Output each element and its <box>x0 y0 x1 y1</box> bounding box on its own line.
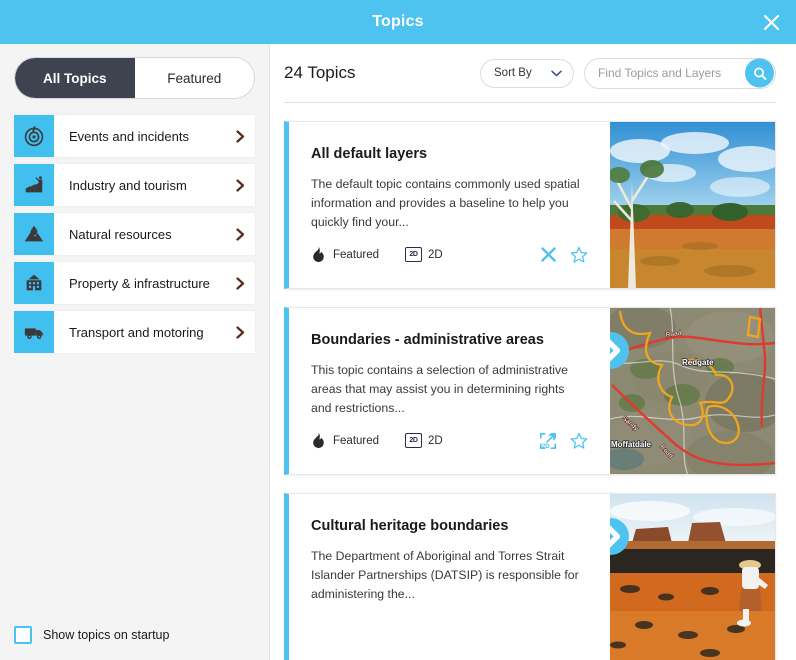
tab-all-topics[interactable]: All Topics <box>15 58 135 98</box>
sidebar-item-natural-resources[interactable]: Natural resources <box>14 213 255 255</box>
truck-icon <box>14 311 54 353</box>
sidebar: All Topics Featured Events and incidents <box>0 44 270 660</box>
chevron-down-icon <box>551 70 562 76</box>
topics-count: 24 Topics <box>284 63 356 82</box>
category-list: Events and incidents Industry and touris… <box>0 115 269 360</box>
close-icon <box>763 14 779 30</box>
favourite-topic-button[interactable] <box>570 432 588 450</box>
star-icon <box>570 246 588 263</box>
topic-card[interactable]: Cultural heritage boundaries The Departm… <box>284 492 776 660</box>
outback-landscape-photo <box>610 121 775 288</box>
search-button[interactable] <box>745 58 774 88</box>
open-topic-button[interactable] <box>610 517 629 555</box>
chevron-right-icon <box>225 213 255 255</box>
sidebar-item-property-and-infrastructure[interactable]: Property & infrastructure <box>14 262 255 304</box>
sidebar-item-label: Property & infrastructure <box>69 275 210 291</box>
page-title: Topics <box>372 13 424 30</box>
favourite-topic-button[interactable] <box>570 246 588 264</box>
main-panel: 24 Topics Sort By Find Topics and Layers… <box>270 44 796 660</box>
flame-icon <box>313 433 324 449</box>
chevron-right-icon <box>610 525 621 548</box>
dialog-titlebar: Topics <box>0 0 796 44</box>
topic-card-meta <box>311 636 588 660</box>
topic-card-title: Cultural heritage boundaries <box>311 517 509 534</box>
main-toolbar: 24 Topics Sort By <box>270 44 796 102</box>
close-dialog-button[interactable] <box>758 9 784 35</box>
topic-card[interactable]: All default layers The default topic con… <box>284 120 776 289</box>
topic-card-description: The default topic contains commonly used… <box>311 176 580 229</box>
flame-icon <box>313 247 324 263</box>
chevron-right-icon <box>225 115 255 157</box>
satellite-map-boundaries: Redgate Moffatdale Road Sandy Road <box>610 307 775 474</box>
open-2d-icon: 2D <box>539 432 557 450</box>
open-topic-button[interactable] <box>610 331 629 369</box>
tab-featured[interactable]: Featured <box>134 58 254 98</box>
mountain-water-icon <box>14 213 54 255</box>
topic-card-title: Boundaries - administrative areas <box>311 331 544 348</box>
radar-icon <box>14 115 54 157</box>
show-topics-on-startup-checkbox[interactable] <box>14 626 32 644</box>
search-icon <box>753 67 766 80</box>
dimension-badge: 2D 2D <box>405 247 443 263</box>
topic-card-thumbnail <box>610 121 775 288</box>
sort-by-dropdown[interactable]: Sort By <box>480 58 574 88</box>
topics-filter-toggle: All Topics Featured <box>14 57 255 99</box>
featured-label: Featured <box>333 434 380 447</box>
dimension-label: 2D <box>428 248 443 261</box>
topic-card-description: The Department of Aboriginal and Torres … <box>311 548 579 601</box>
svg-text:Redgate: Redgate <box>682 358 714 367</box>
dialog-body: All Topics Featured Events and incidents <box>0 44 796 660</box>
topic-card-body: All default layers The default topic con… <box>289 122 610 288</box>
topics-card-list: All default layers The default topic con… <box>270 103 796 660</box>
sidebar-item-label: Transport and motoring <box>69 324 204 340</box>
sidebar-item-industry-and-tourism[interactable]: Industry and tourism <box>14 164 255 206</box>
search-field[interactable] <box>584 57 776 89</box>
outback-mesa-photo <box>610 493 775 660</box>
show-topics-on-startup-label: Show topics on startup <box>43 628 170 642</box>
open-in-2d-button[interactable]: 2D <box>539 432 557 450</box>
topic-card[interactable]: Boundaries - administrative areas This t… <box>284 306 776 475</box>
dimension-badge: 2D 2D <box>405 433 443 449</box>
featured-label: Featured <box>333 248 380 261</box>
dimension-badge-box: 2D <box>405 247 423 263</box>
topic-card-actions <box>540 246 588 264</box>
star-icon <box>570 432 588 449</box>
chevron-right-icon <box>225 262 255 304</box>
chevron-right-icon <box>225 164 255 206</box>
topic-card-thumbnail: Redgate Moffatdale Road Sandy Road <box>610 307 775 474</box>
factory-icon <box>14 164 54 206</box>
topic-card-thumbnail <box>610 493 775 660</box>
svg-text:Moffatdale: Moffatdale <box>611 440 652 449</box>
remove-topic-button[interactable] <box>540 246 557 263</box>
chevron-right-icon <box>225 311 255 353</box>
dimension-label: 2D <box>428 434 443 447</box>
building-icon <box>14 262 54 304</box>
show-topics-on-startup-row: Show topics on startup <box>14 626 169 644</box>
sort-by-label: Sort By <box>494 67 532 79</box>
topic-card-actions: 2D <box>539 432 588 450</box>
sidebar-item-events-and-incidents[interactable]: Events and incidents <box>14 115 255 157</box>
sidebar-item-label: Events and incidents <box>69 128 189 144</box>
topic-card-meta: Featured 2D 2D <box>311 432 588 474</box>
close-icon <box>541 247 556 263</box>
chevron-right-icon <box>610 339 621 362</box>
svg-text:2D: 2D <box>542 443 551 450</box>
topics-dialog: Topics All Topics Featured Events and in… <box>0 0 796 660</box>
featured-badge: Featured <box>311 246 379 263</box>
sidebar-item-label: Natural resources <box>69 226 172 242</box>
topic-card-body: Cultural heritage boundaries The Departm… <box>289 494 610 660</box>
topic-card-meta: Featured 2D 2D <box>311 246 588 288</box>
topic-card-title: All default layers <box>311 145 428 162</box>
featured-badge: Featured <box>311 432 379 449</box>
dimension-badge-box: 2D <box>405 433 423 449</box>
topic-card-description: This topic contains a selection of admin… <box>311 362 568 415</box>
topic-card-body: Boundaries - administrative areas This t… <box>289 308 610 474</box>
search-input[interactable] <box>598 66 741 80</box>
sidebar-item-transport-and-motoring[interactable]: Transport and motoring <box>14 311 255 353</box>
sidebar-item-label: Industry and tourism <box>69 177 187 193</box>
